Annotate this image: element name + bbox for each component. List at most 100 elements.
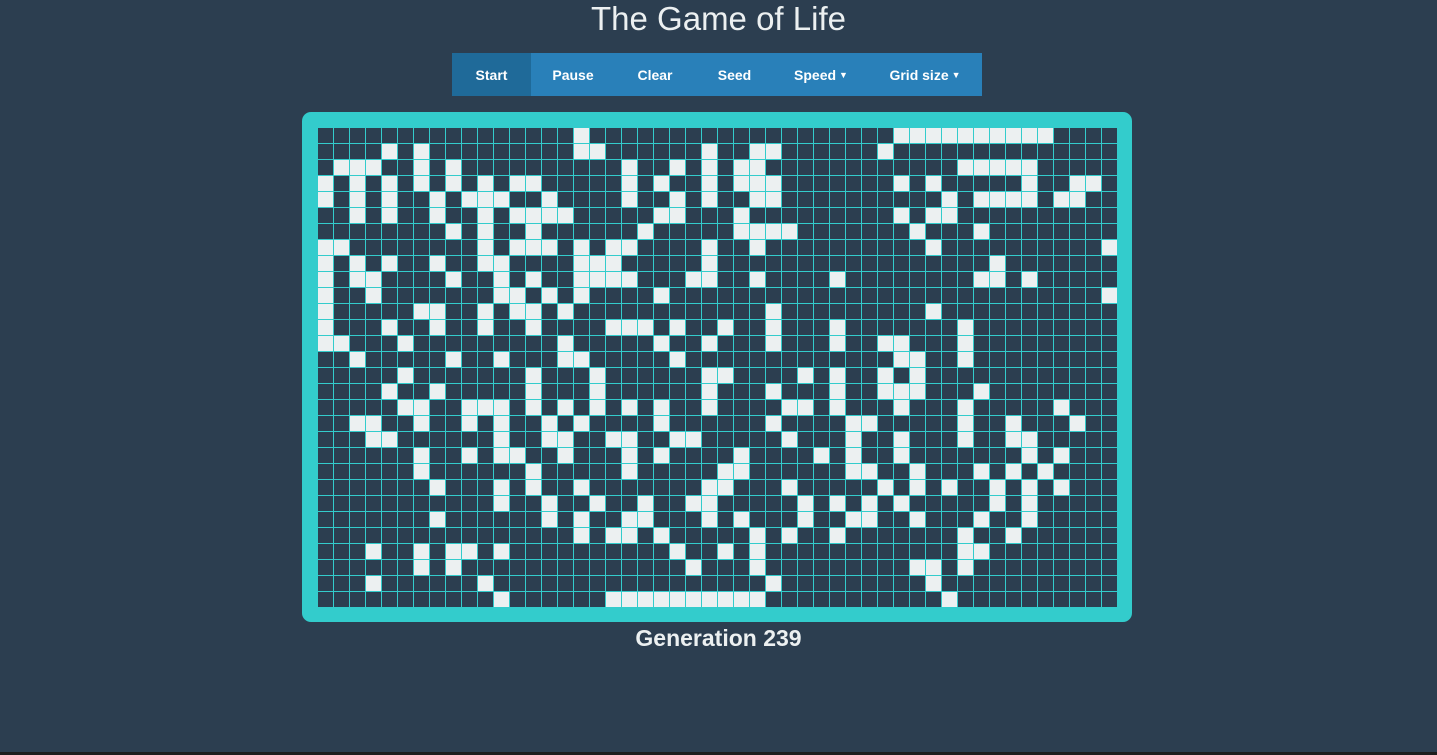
grid-cell[interactable] [990, 368, 1005, 383]
grid-cell[interactable] [926, 432, 941, 447]
grid-cell-alive[interactable] [654, 176, 669, 191]
grid-cell[interactable] [766, 432, 781, 447]
grid-cell[interactable] [1086, 224, 1101, 239]
grid-cell[interactable] [670, 144, 685, 159]
grid-cell[interactable] [654, 560, 669, 575]
grid-cell[interactable] [830, 560, 845, 575]
grid-cell[interactable] [798, 480, 813, 495]
grid-cell[interactable] [958, 192, 973, 207]
grid-cell[interactable] [766, 288, 781, 303]
grid-cell-alive[interactable] [782, 224, 797, 239]
grid-cell[interactable] [606, 448, 621, 463]
grid-cell[interactable] [414, 352, 429, 367]
grid-cell[interactable] [398, 560, 413, 575]
grid-cell[interactable] [766, 128, 781, 143]
grid-cell-alive[interactable] [430, 320, 445, 335]
grid-cell[interactable] [1054, 240, 1069, 255]
grid-cell[interactable] [990, 304, 1005, 319]
grid-cell[interactable] [430, 560, 445, 575]
grid-cell[interactable] [686, 416, 701, 431]
grid-cell-alive[interactable] [862, 416, 877, 431]
grid-cell-alive[interactable] [606, 432, 621, 447]
grid-cell[interactable] [1022, 224, 1037, 239]
grid-cell[interactable] [462, 480, 477, 495]
grid-cell-alive[interactable] [910, 464, 925, 479]
grid-cell[interactable] [814, 336, 829, 351]
grid-cell[interactable] [446, 384, 461, 399]
grid-cell[interactable] [1086, 592, 1101, 607]
grid-cell-alive[interactable] [542, 208, 557, 223]
grid-cell[interactable] [830, 304, 845, 319]
grid-cell-alive[interactable] [734, 464, 749, 479]
grid-cell[interactable] [462, 512, 477, 527]
grid-cell[interactable] [590, 480, 605, 495]
grid-cell-alive[interactable] [526, 304, 541, 319]
grid-cell-alive[interactable] [798, 400, 813, 415]
grid-cell[interactable] [430, 160, 445, 175]
grid-cell[interactable] [590, 128, 605, 143]
grid-cell[interactable] [894, 304, 909, 319]
grid-cell-alive[interactable] [670, 592, 685, 607]
grid-cell[interactable] [1054, 368, 1069, 383]
grid-cell[interactable] [878, 208, 893, 223]
grid-cell-alive[interactable] [750, 592, 765, 607]
grid-cell[interactable] [558, 416, 573, 431]
grid-cell[interactable] [638, 192, 653, 207]
grid-cell[interactable] [702, 128, 717, 143]
grid-cell[interactable] [846, 592, 861, 607]
grid-cell[interactable] [1038, 496, 1053, 511]
grid-cell[interactable] [926, 512, 941, 527]
seed-button[interactable]: Seed [695, 53, 774, 96]
grid-cell[interactable] [702, 304, 717, 319]
grid-cell-alive[interactable] [318, 320, 333, 335]
grid-cell-alive[interactable] [942, 208, 957, 223]
grid-cell[interactable] [910, 432, 925, 447]
grid-cell[interactable] [702, 560, 717, 575]
grid-cell[interactable] [430, 240, 445, 255]
grid-cell[interactable] [430, 464, 445, 479]
grid-cell-alive[interactable] [414, 464, 429, 479]
grid-cell[interactable] [878, 544, 893, 559]
grid-cell-alive[interactable] [798, 368, 813, 383]
grid-cell-alive[interactable] [990, 128, 1005, 143]
grid-cell[interactable] [1086, 512, 1101, 527]
grid-cell[interactable] [782, 464, 797, 479]
grid-cell[interactable] [478, 272, 493, 287]
grid-cell[interactable] [1054, 528, 1069, 543]
grid-cell[interactable] [782, 160, 797, 175]
grid-cell[interactable] [1006, 512, 1021, 527]
grid-cell[interactable] [638, 480, 653, 495]
grid-cell[interactable] [990, 384, 1005, 399]
grid-cell[interactable] [558, 512, 573, 527]
grid-cell[interactable] [638, 400, 653, 415]
grid-cell[interactable] [926, 224, 941, 239]
grid-cell[interactable] [942, 496, 957, 511]
grid-cell[interactable] [926, 288, 941, 303]
grid-cell[interactable] [686, 512, 701, 527]
grid-cell[interactable] [366, 224, 381, 239]
grid-cell[interactable] [862, 208, 877, 223]
grid-cell[interactable] [510, 352, 525, 367]
grid-cell[interactable] [606, 544, 621, 559]
grid-cell-alive[interactable] [846, 448, 861, 463]
grid-cell-alive[interactable] [542, 192, 557, 207]
grid-cell[interactable] [558, 464, 573, 479]
grid-cell-alive[interactable] [590, 400, 605, 415]
grid-cell[interactable] [638, 208, 653, 223]
grid-cell[interactable] [1054, 432, 1069, 447]
grid-cell[interactable] [766, 512, 781, 527]
grid-cell[interactable] [990, 592, 1005, 607]
grid-cell[interactable] [622, 560, 637, 575]
grid-cell-alive[interactable] [830, 272, 845, 287]
grid-cell[interactable] [1086, 368, 1101, 383]
grid-cell[interactable] [702, 224, 717, 239]
grid-cell-alive[interactable] [670, 160, 685, 175]
grid-cell-alive[interactable] [702, 336, 717, 351]
grid-cell[interactable] [974, 176, 989, 191]
grid-cell[interactable] [558, 384, 573, 399]
grid-cell[interactable] [590, 544, 605, 559]
grid-cell-alive[interactable] [958, 400, 973, 415]
grid-cell[interactable] [942, 576, 957, 591]
grid-cell[interactable] [622, 256, 637, 271]
grid-cell[interactable] [622, 352, 637, 367]
